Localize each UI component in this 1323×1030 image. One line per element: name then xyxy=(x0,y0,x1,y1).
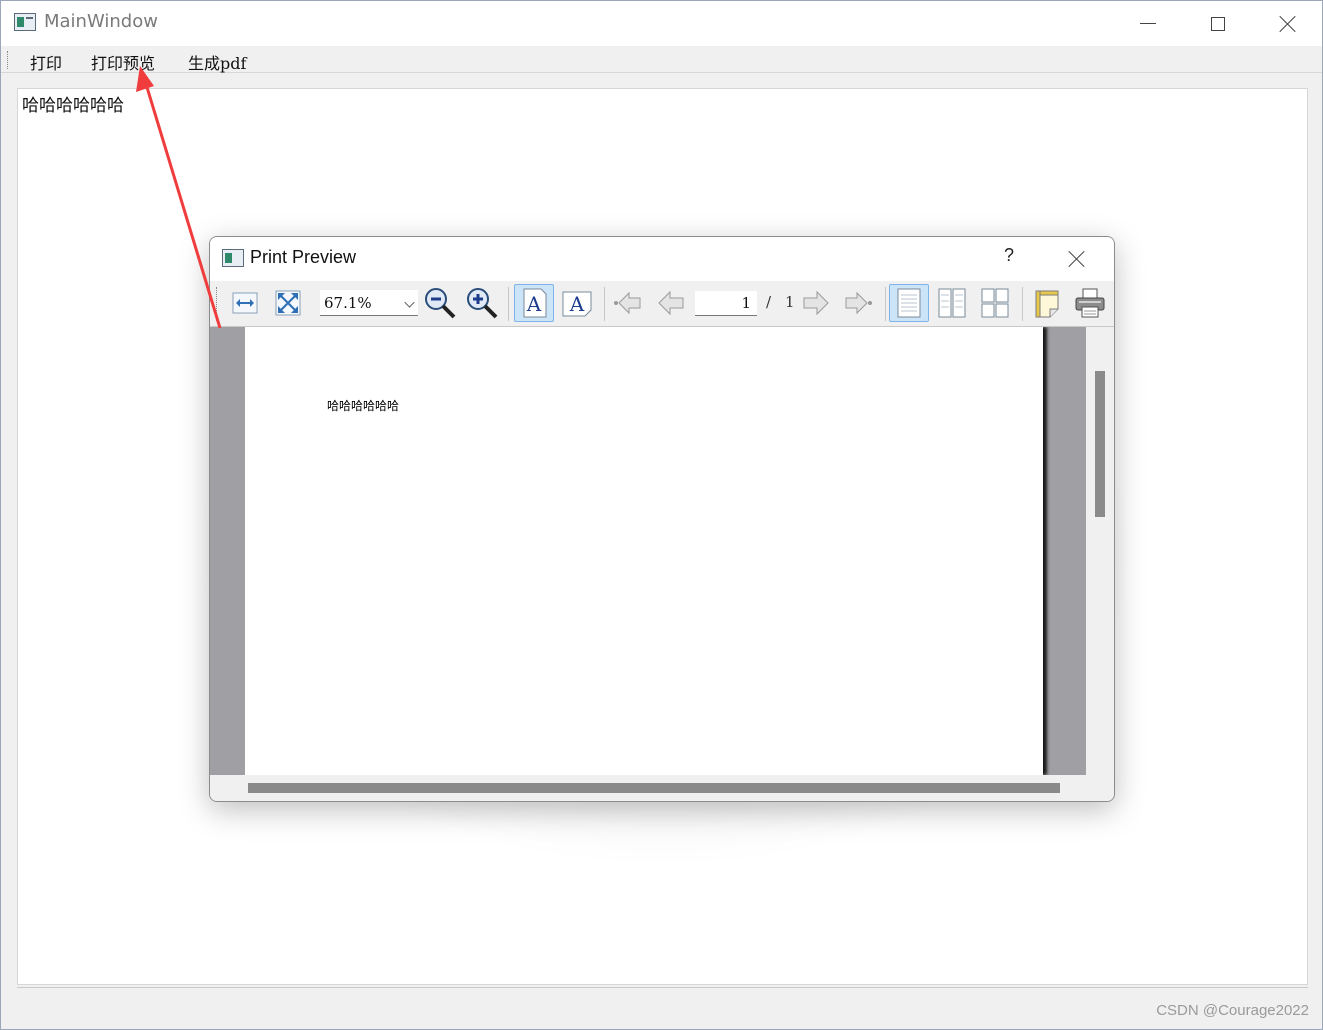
all-pages-view-button[interactable] xyxy=(975,284,1015,322)
arrow-left-icon xyxy=(658,290,684,316)
arrow-right-icon xyxy=(803,290,829,316)
maximize-icon xyxy=(1211,16,1225,31)
preview-page-text: 哈哈哈哈哈哈 xyxy=(327,399,400,413)
status-bar-divider xyxy=(17,987,1308,988)
toolbar-separator xyxy=(604,287,605,321)
portrait-button[interactable]: A xyxy=(514,284,554,322)
fit-page-button[interactable] xyxy=(268,284,308,322)
maximize-button[interactable] xyxy=(1183,1,1253,46)
toolbar-separator xyxy=(885,287,886,321)
content-text: 哈哈哈哈哈哈 xyxy=(22,96,124,116)
menu-generate-pdf[interactable]: 生成pdf xyxy=(188,50,246,74)
print-preview-dialog: Print Preview ? 67.1% A A 1 / 1 哈哈哈哈哈哈 xyxy=(209,236,1115,802)
svg-text:A: A xyxy=(526,292,542,316)
horizontal-scroll-thumb[interactable] xyxy=(248,783,1060,793)
toolbar-separator xyxy=(1022,287,1023,321)
window-title: MainWindow xyxy=(44,11,158,32)
page-separator: / xyxy=(766,293,772,311)
page-number-input[interactable]: 1 xyxy=(695,291,757,316)
toolbar-grip[interactable] xyxy=(216,287,218,321)
fit-page-icon xyxy=(275,290,301,316)
next-page-button[interactable] xyxy=(796,284,836,322)
all-pages-icon xyxy=(981,288,1009,318)
facing-pages-view-button[interactable] xyxy=(932,284,972,322)
first-page-button[interactable] xyxy=(608,284,648,322)
preview-toolbar: 67.1% A A 1 / 1 xyxy=(210,281,1114,327)
page-total: 1 xyxy=(785,293,795,311)
zoom-out-button[interactable] xyxy=(420,284,460,322)
chevron-down-icon xyxy=(404,297,415,308)
menu-print[interactable]: 打印 xyxy=(30,50,62,74)
title-bar: MainWindow xyxy=(1,1,1322,46)
zoom-in-icon xyxy=(467,288,498,319)
landscape-icon: A xyxy=(562,291,592,317)
facing-pages-icon xyxy=(938,288,966,318)
close-icon xyxy=(1068,250,1086,268)
zoom-value: 67.1% xyxy=(324,294,372,312)
dialog-title-bar: Print Preview ? xyxy=(210,237,1114,281)
menu-bar: 打印 打印预览 生成pdf xyxy=(1,46,1322,73)
vertical-scrollbar[interactable] xyxy=(1086,327,1114,775)
preview-page: 哈哈哈哈哈哈 xyxy=(245,327,1043,775)
horizontal-scrollbar[interactable] xyxy=(210,775,1114,801)
preview-canvas[interactable]: 哈哈哈哈哈哈 xyxy=(210,327,1086,775)
previous-page-button[interactable] xyxy=(651,284,691,322)
vertical-scroll-thumb[interactable] xyxy=(1095,371,1105,517)
single-page-icon xyxy=(897,288,921,318)
watermark: CSDN @Courage2022 xyxy=(1156,1002,1309,1019)
fit-width-button[interactable] xyxy=(225,284,265,322)
app-icon xyxy=(14,13,36,31)
close-icon xyxy=(1279,15,1297,33)
page-setup-icon xyxy=(1035,290,1059,318)
close-button[interactable] xyxy=(1253,1,1323,46)
printer-icon xyxy=(1075,288,1105,318)
single-page-view-button[interactable] xyxy=(889,284,929,322)
fit-width-icon xyxy=(232,292,258,314)
dialog-title: Print Preview xyxy=(250,247,357,267)
zoom-out-icon xyxy=(425,288,456,319)
page-setup-button[interactable] xyxy=(1027,284,1067,322)
print-button[interactable] xyxy=(1070,284,1110,322)
toolbar-separator xyxy=(508,287,509,321)
zoom-combobox[interactable]: 67.1% xyxy=(320,290,418,316)
first-page-icon xyxy=(614,291,641,315)
help-button[interactable]: ? xyxy=(994,245,1024,273)
dialog-app-icon xyxy=(222,249,244,267)
portrait-icon: A xyxy=(523,288,547,318)
minimize-icon xyxy=(1140,23,1156,24)
menu-print-preview[interactable]: 打印预览 xyxy=(91,50,155,74)
svg-text:A: A xyxy=(569,292,585,316)
minimize-button[interactable] xyxy=(1113,1,1183,46)
last-page-button[interactable] xyxy=(838,284,878,322)
dialog-close-button[interactable] xyxy=(1062,245,1092,273)
landscape-button[interactable]: A xyxy=(557,284,597,322)
menu-grip[interactable] xyxy=(7,51,9,69)
last-page-icon xyxy=(845,291,872,315)
zoom-in-button[interactable] xyxy=(462,284,502,322)
